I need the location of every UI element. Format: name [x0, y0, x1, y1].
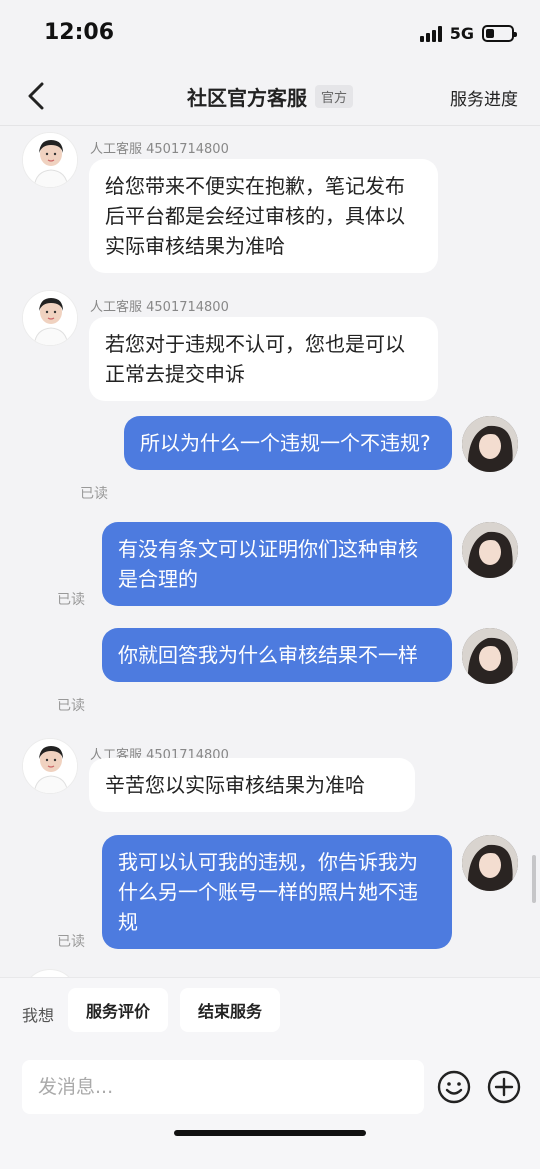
user-message-bubble[interactable]: 有没有条文可以证明你们这种审核是合理的	[102, 522, 452, 606]
agent-avatar[interactable]	[22, 132, 78, 188]
agent-avatar[interactable]	[22, 738, 78, 794]
agent-avatar-image	[23, 291, 77, 345]
emoji-icon	[437, 1070, 471, 1104]
status-bar: 12:06 5G	[0, 0, 540, 68]
home-indicator[interactable]	[174, 1130, 366, 1136]
nav-bar: 社区官方客服 官方 服务进度	[0, 68, 540, 126]
sender-label: 人工客服 4501714800	[90, 142, 229, 157]
status-indicators: 5G	[419, 24, 517, 43]
message-row: 有没有条文可以证明你们这种审核是合理的 已读	[0, 522, 540, 612]
end-service-button[interactable]: 结束服务	[180, 988, 281, 1032]
agent-message-bubble[interactable]: 辛苦您以实际审核结果为准哈	[89, 758, 415, 812]
read-status: 已读	[80, 486, 108, 502]
status-time: 12:06	[44, 20, 115, 45]
agent-avatar[interactable]	[22, 290, 78, 346]
message-row: 你就回答我为什么审核结果不一样 已读	[0, 628, 540, 718]
read-status: 已读	[57, 934, 85, 950]
user-avatar-image	[462, 628, 518, 684]
chat-scrollbar[interactable]	[532, 855, 536, 903]
service-progress-button[interactable]: 服务进度	[450, 85, 518, 110]
sender-label: 人工客服 4501714800	[90, 300, 229, 315]
user-avatar[interactable]	[462, 835, 518, 891]
agent-message-bubble[interactable]: 若您对于违规不认可，您也是可以正常去提交申诉	[89, 317, 438, 401]
official-badge: 官方	[314, 85, 353, 108]
user-message-bubble[interactable]: 所以为什么一个违规一个不违规?	[124, 416, 452, 470]
user-avatar[interactable]	[462, 522, 518, 578]
user-avatar-image	[462, 522, 518, 578]
signal-icon	[419, 25, 442, 42]
read-status: 已读	[57, 698, 85, 714]
more-actions-button[interactable]	[486, 1069, 522, 1105]
user-message-bubble[interactable]: 你就回答我为什么审核结果不一样	[102, 628, 452, 682]
agent-avatar-image	[23, 739, 77, 793]
quick-actions-label: 我想	[22, 1006, 55, 1025]
user-message-bubble[interactable]: 我可以认可我的违规，你告诉我为什么另一个账号一样的照片她不违规	[102, 835, 452, 949]
message-row: 人工客服 4501714800 辛苦您以实际审核结果为准哈	[0, 738, 540, 828]
rate-service-button[interactable]: 服务评价	[68, 988, 169, 1032]
page-title: 社区官方客服	[186, 86, 307, 110]
agent-avatar[interactable]	[22, 969, 78, 977]
chat-message-list[interactable]: 人工客服 4501714800 给您带来不便实在抱歉，笔记发布后平台都是会经过审…	[0, 127, 540, 977]
user-avatar-image	[462, 835, 518, 891]
read-status: 已读	[57, 592, 85, 608]
battery-level	[486, 29, 495, 38]
agent-avatar-image	[23, 133, 77, 187]
message-row: 所以为什么一个违规一个不违规? 已读	[0, 416, 540, 506]
message-row: 人工客服 4501714800 若您对于违规不认可，您也是可以正常去提交申诉	[0, 290, 540, 401]
message-row: 我可以认可我的违规，你告诉我为什么另一个账号一样的照片她不违规 已读	[0, 835, 540, 960]
user-avatar[interactable]	[462, 416, 518, 472]
user-avatar[interactable]	[462, 628, 518, 684]
message-row: 人工客服 4501714800 给您带来不便实在抱歉，笔记发布后平台都是会经过审…	[0, 132, 540, 273]
emoji-button[interactable]	[436, 1069, 472, 1105]
message-input[interactable]	[22, 1060, 424, 1114]
bottom-panel: 我想 服务评价 结束服务	[0, 977, 540, 1169]
network-label: 5G	[449, 24, 474, 43]
plus-circle-icon	[487, 1070, 521, 1104]
message-input-box[interactable]	[22, 1060, 424, 1114]
user-avatar-image	[462, 416, 518, 472]
battery-icon	[482, 25, 517, 42]
agent-message-bubble[interactable]: 给您带来不便实在抱歉，笔记发布后平台都是会经过审核的，具体以实际审核结果为准哈	[89, 159, 438, 273]
